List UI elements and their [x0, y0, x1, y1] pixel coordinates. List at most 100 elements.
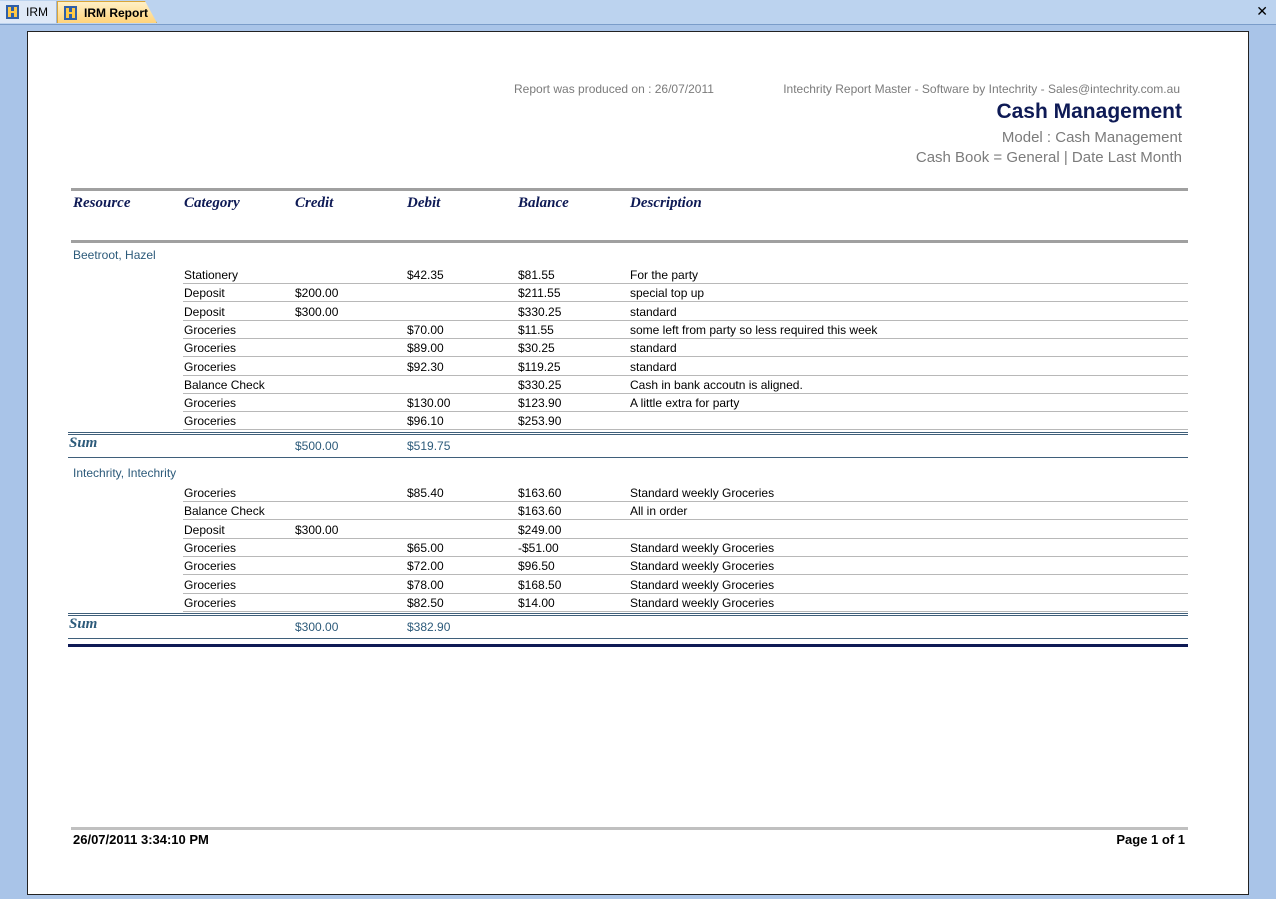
close-icon[interactable]: ✕ — [1256, 3, 1268, 19]
table-row: Deposit $300.00 $330.25 standard — [71, 303, 1188, 321]
table-row: Groceries $89.00 $30.25 standard — [71, 339, 1188, 358]
report-filter: Cash Book = General | Date Last Month — [915, 149, 1182, 166]
table-row: Balance Check $163.60 All in order — [71, 502, 1188, 521]
cell-category: Groceries — [184, 559, 237, 574]
group-resource-name: Beetroot, Hazel — [73, 248, 156, 262]
group-sum-credit: $300.00 — [295, 620, 339, 635]
cell-balance: $119.25 — [518, 359, 561, 374]
table-row: Groceries $72.00 $96.50 Standard weekly Gro… — [71, 557, 1188, 576]
table-row: Deposit $200.00 $211.55 special top up — [71, 284, 1188, 303]
cell-debit: $70.00 — [407, 322, 444, 337]
cell-balance: $330.25 — [518, 304, 562, 319]
cell-debit: $82.50 — [407, 595, 444, 610]
group-sum-label: Sum — [69, 616, 98, 633]
table-row: Groceries $70.00 $11.55 some left from part… — [71, 321, 1188, 339]
cell-balance: $330.25 — [518, 377, 562, 392]
table-row: Groceries $82.50 $14.00 Standard weekly Gro… — [71, 594, 1188, 612]
cell-debit: $89.00 — [407, 341, 444, 356]
group-sum-bottom-rule — [68, 456, 1188, 458]
cell-balance: $163.60 — [518, 486, 562, 500]
row-divider — [183, 429, 1188, 431]
cell-description: standard — [630, 341, 677, 356]
report-title: Cash Management — [996, 100, 1182, 123]
cell-balance: $11.55 — [518, 322, 554, 337]
group-resource-name: Intechrity, Intechrity — [73, 466, 177, 480]
cell-category: Groceries — [184, 414, 237, 429]
cell-description: some left from party so less required th… — [630, 322, 878, 337]
tab-bar: IRM IRM Report ✕ — [0, 0, 1276, 25]
table-row: Groceries $96.10 $253.90 — [71, 412, 1188, 431]
table-row: Groceries $92.30 $119.25 standard — [71, 358, 1188, 376]
cell-balance: $14.00 — [518, 595, 555, 610]
cell-description: Cash in bank accoutn is aligned. — [630, 377, 803, 392]
cell-balance: $163.60 — [518, 504, 562, 519]
cell-description: Standard weekly Groceries — [630, 595, 775, 610]
cell-category: Balance Check — [184, 377, 265, 392]
table-row: Groceries $85.40 $163.60 Standard weekly Gr… — [71, 484, 1188, 502]
group-sum-rule — [68, 613, 1188, 617]
cell-category: Balance Check — [184, 504, 265, 519]
column-header-balance: Balance — [518, 195, 569, 211]
app-logo-icon — [64, 6, 77, 20]
cell-category: Deposit — [184, 286, 225, 301]
cell-balance: $96.50 — [518, 559, 555, 574]
footer-rule — [71, 827, 1188, 830]
cell-debit: $42.35 — [407, 268, 444, 282]
cell-description: Standard weekly Groceries — [630, 486, 775, 500]
cell-description: standard — [630, 359, 677, 374]
table-row: Groceries $65.00 -$51.00 Standard weekly Gr… — [71, 539, 1188, 557]
cell-category: Deposit — [184, 304, 225, 319]
cell-category: Groceries — [184, 595, 237, 610]
cell-description: Standard weekly Groceries — [630, 559, 775, 574]
cell-description: Standard weekly Groceries — [630, 577, 775, 592]
cell-debit: $92.30 — [407, 359, 444, 374]
cell-debit: $130.00 — [407, 396, 451, 411]
cell-category: Stationery — [184, 268, 239, 282]
cell-debit: $96.10 — [407, 414, 444, 429]
cell-balance: $81.55 — [518, 268, 555, 282]
cell-category: Groceries — [184, 341, 237, 356]
group-sum-label: Sum — [69, 434, 98, 451]
cell-balance: $211.55 — [518, 286, 561, 301]
tab-irm[interactable]: IRM — [0, 1, 57, 23]
cell-category: Groceries — [184, 577, 237, 592]
cell-description: standard — [630, 304, 677, 319]
cell-category: Groceries — [184, 396, 237, 411]
group-sum-debit: $382.90 — [407, 620, 451, 635]
cell-category: Groceries — [184, 322, 237, 337]
table-row: Stationery $42.35 $81.55 For the party — [71, 266, 1188, 284]
cell-debit: $85.40 — [407, 486, 444, 500]
cell-debit: $72.00 — [407, 559, 444, 574]
footer-page-number: Page 1 of 1 — [1116, 832, 1185, 847]
cell-credit: $300.00 — [295, 522, 339, 537]
cell-credit: $300.00 — [295, 304, 339, 319]
report-end-rule — [68, 644, 1188, 647]
group-sum-rule — [68, 431, 1188, 435]
cell-description: For the party — [630, 268, 699, 282]
cell-balance: $123.90 — [518, 396, 562, 411]
report-page: Report was produced on : 26/07/2011 Inte… — [27, 31, 1249, 895]
column-header-category: Category — [184, 195, 240, 211]
report-software-credit: Intechrity Report Master - Software by I… — [783, 82, 1180, 96]
cell-balance: $253.90 — [518, 414, 562, 429]
column-header-credit: Credit — [295, 195, 334, 211]
report-produced-date: Report was produced on : 26/07/2011 — [514, 82, 714, 96]
table-row: Deposit $300.00 $249.00 — [71, 521, 1188, 539]
cell-balance: $168.50 — [518, 577, 562, 592]
cell-description: All in order — [630, 504, 688, 519]
cell-category: Groceries — [184, 486, 237, 500]
cell-category: Groceries — [184, 359, 237, 374]
tab-irm-report[interactable]: IRM Report — [57, 1, 157, 23]
header-top-rule — [71, 188, 1188, 191]
table-row: Groceries $130.00 $123.90 A little extra fo… — [71, 394, 1188, 413]
report-model: Model : Cash Management — [1001, 129, 1182, 146]
cell-balance: $249.00 — [518, 522, 562, 537]
footer-datetime: 26/07/2011 3:34:10 PM — [73, 832, 209, 847]
cell-debit: $78.00 — [407, 577, 444, 592]
cell-balance: $30.25 — [518, 341, 555, 356]
table-row: Balance Check $330.25 Cash in bank accoutn… — [71, 376, 1188, 394]
cell-category: Groceries — [184, 540, 237, 555]
column-header-debit: Debit — [407, 195, 441, 211]
tab-irm-label: IRM — [26, 5, 48, 19]
row-divider — [183, 610, 1188, 612]
